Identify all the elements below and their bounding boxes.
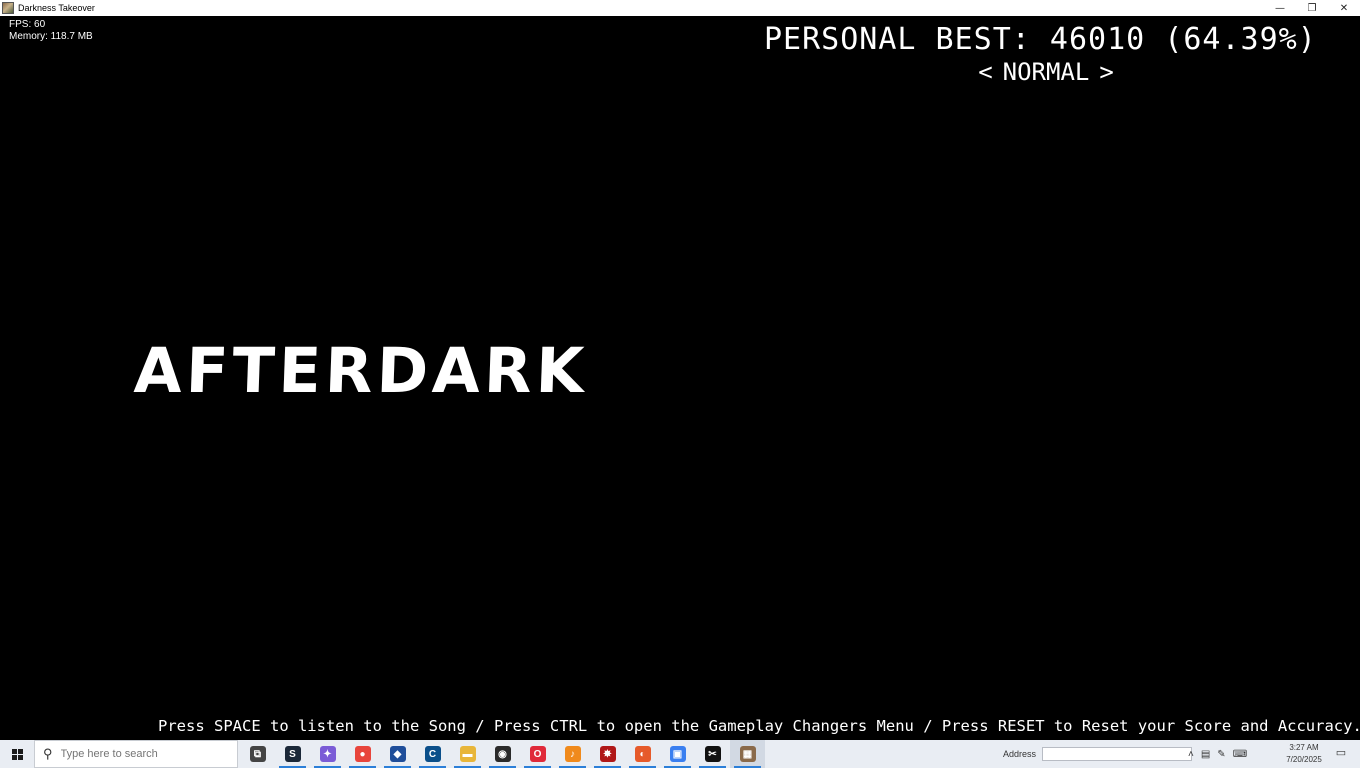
notification-icon[interactable]: ▭ (1334, 746, 1348, 760)
blue-app-taskbar-button[interactable]: ▣ (660, 740, 695, 768)
controls-hint: Press SPACE to listen to the Song / Pres… (158, 717, 1360, 735)
shield-app-icon: ◆ (389, 746, 406, 762)
red-app-icon: ✸ (599, 746, 616, 762)
taskbar-search[interactable]: ⚲ (34, 740, 238, 768)
c-app-taskbar-button[interactable]: C (415, 740, 450, 768)
shield-app-taskbar-button[interactable]: ◆ (380, 740, 415, 768)
start-button[interactable] (0, 740, 34, 768)
taskbar-clock[interactable]: 3:27 AM 7/20/2025 (1282, 742, 1326, 766)
game-app-icon: ▦ (739, 746, 756, 762)
blue-app-icon: ▣ (669, 746, 686, 762)
window-titlebar: Darkness Takeover — ❐ ✕ (0, 0, 1360, 16)
chrome-icon: ● (354, 746, 371, 762)
chrome-taskbar-button[interactable]: ● (345, 740, 380, 768)
fl-studio-taskbar-button[interactable]: ♪ (555, 740, 590, 768)
red-app-taskbar-button[interactable]: ✸ (590, 740, 625, 768)
clock-time: 3:27 AM (1289, 743, 1319, 752)
system-tray: ˄ ▤ ✎ ⌨ (1188, 740, 1247, 768)
firefox-icon: ◐ (634, 746, 651, 762)
search-icon: ⚲ (43, 746, 53, 761)
difficulty-right-arrow[interactable]: > (1099, 58, 1113, 86)
tray-network-icon[interactable]: ▤ (1201, 749, 1210, 760)
minimize-icon: — (1275, 2, 1285, 14)
restore-icon: ❐ (1307, 2, 1317, 14)
obs-taskbar-button[interactable]: ◉ (485, 740, 520, 768)
task-view-taskbar-button[interactable]: ⧉ (240, 740, 275, 768)
tray-pen-icon[interactable]: ✎ (1217, 749, 1225, 760)
window-title: Darkness Takeover (18, 3, 95, 13)
file-explorer-icon: ▬ (459, 746, 476, 762)
close-button[interactable]: ✕ (1328, 0, 1360, 16)
taskbar-apps: ⧉ S ✦ ● ◆ C ▬ ◉ O ♪ ✸ ◐ ▣ ✂ ▦ (240, 740, 765, 768)
difficulty-selector[interactable]: < NORMAL > (966, 58, 1126, 86)
address-toolbar: Address (1003, 740, 1193, 768)
memory-counter: Memory: 118.7 MB (9, 31, 93, 42)
window-controls: — ❐ ✕ (1264, 0, 1360, 16)
address-input[interactable] (1042, 747, 1193, 761)
difficulty-label: NORMAL (1002, 58, 1090, 86)
game-viewport[interactable]: FPS: 60 Memory: 118.7 MB PERSONAL BEST: … (0, 16, 1360, 740)
opera-icon: O (529, 746, 546, 762)
task-view-icon: ⧉ (249, 746, 266, 762)
game-app-taskbar-button[interactable]: ▦ (730, 740, 765, 768)
copilot-taskbar-button[interactable]: ✦ (310, 740, 345, 768)
capcut-icon: ✂ (704, 746, 721, 762)
song-title[interactable]: AFTERDARK (133, 334, 590, 407)
fps-counter: FPS: 60 (9, 19, 46, 30)
tray-keyboard-icon[interactable]: ⌨ (1233, 749, 1247, 760)
difficulty-left-arrow[interactable]: < (978, 58, 992, 86)
fl-studio-icon: ♪ (564, 746, 581, 762)
copilot-icon: ✦ (319, 746, 336, 762)
personal-best-score: PERSONAL BEST: 46010 (64.39%) (764, 22, 1317, 57)
steam-taskbar-button[interactable]: S (275, 740, 310, 768)
restore-button[interactable]: ❐ (1296, 0, 1328, 16)
minimize-button[interactable]: — (1264, 0, 1296, 16)
address-label: Address (1003, 749, 1037, 759)
taskbar: ⚲ ⧉ S ✦ ● ◆ C ▬ ◉ O ♪ ✸ ◐ ▣ ✂ ▦ Address ˄ ▤ ✎ ⌨ 3:27 A… (0, 740, 1360, 768)
c-app-icon: C (424, 746, 441, 762)
windows-logo-icon (11, 748, 23, 760)
firefox-taskbar-button[interactable]: ◐ (625, 740, 660, 768)
close-icon: ✕ (1339, 2, 1349, 14)
debug-overlay: FPS: 60 Memory: 118.7 MB (9, 19, 93, 43)
search-input[interactable] (60, 748, 221, 760)
clock-date: 7/20/2025 (1286, 755, 1322, 764)
file-explorer-taskbar-button[interactable]: ▬ (450, 740, 485, 768)
obs-icon: ◉ (494, 746, 511, 762)
app-icon (2, 2, 14, 14)
capcut-taskbar-button[interactable]: ✂ (695, 740, 730, 768)
tray-chevron-icon[interactable]: ˄ (1188, 749, 1194, 760)
steam-icon: S (284, 746, 301, 762)
opera-taskbar-button[interactable]: O (520, 740, 555, 768)
